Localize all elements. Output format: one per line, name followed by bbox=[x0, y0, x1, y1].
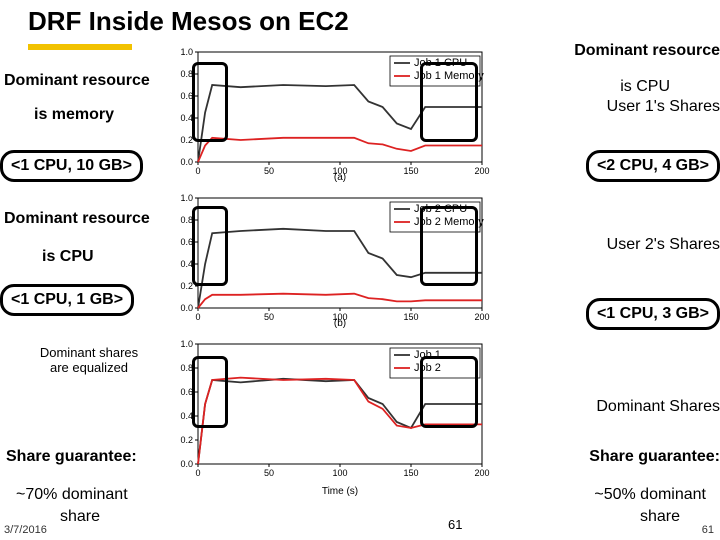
left-dom-shares-eq: Dominant shares are equalized bbox=[24, 346, 154, 376]
svg-text:(a): (a) bbox=[334, 172, 346, 183]
svg-text:(b): (b) bbox=[334, 318, 346, 329]
right-share-word: share bbox=[640, 508, 680, 526]
svg-text:1.0: 1.0 bbox=[180, 47, 193, 57]
svg-text:0.0: 0.0 bbox=[180, 157, 193, 167]
svg-text:50: 50 bbox=[264, 166, 274, 176]
mark-c-left bbox=[192, 356, 228, 428]
svg-text:0: 0 bbox=[195, 468, 200, 478]
mark-b-right bbox=[420, 206, 478, 286]
mark-b-left bbox=[192, 206, 228, 286]
footer-page-mid: 61 bbox=[448, 517, 462, 532]
svg-text:100: 100 bbox=[332, 468, 347, 478]
footer-page-right: 61 bbox=[702, 524, 714, 536]
svg-text:Time (s): Time (s) bbox=[322, 486, 358, 497]
svg-text:150: 150 bbox=[403, 166, 418, 176]
right-is-cpu: is CPU bbox=[620, 78, 670, 96]
svg-text:0.0: 0.0 bbox=[180, 459, 193, 469]
svg-text:200: 200 bbox=[474, 166, 489, 176]
footer-date: 3/7/2016 bbox=[4, 524, 47, 536]
svg-text:50: 50 bbox=[264, 468, 274, 478]
svg-text:150: 150 bbox=[403, 468, 418, 478]
left-pill-1: <1 CPU, 10 GB> bbox=[0, 150, 143, 182]
svg-text:200: 200 bbox=[474, 468, 489, 478]
svg-text:200: 200 bbox=[474, 312, 489, 322]
left-pill-2: <1 CPU, 1 GB> bbox=[0, 284, 134, 316]
mark-a-right bbox=[420, 62, 478, 142]
left-dom-res-2: Dominant resource bbox=[4, 210, 150, 228]
right-pill-2: <1 CPU, 3 GB> bbox=[586, 298, 720, 330]
left-seventy: ~70% dominant bbox=[16, 486, 128, 504]
right-pill-1: <2 CPU, 4 GB> bbox=[586, 150, 720, 182]
right-user1: User 1's Shares bbox=[607, 98, 720, 116]
svg-text:1.0: 1.0 bbox=[180, 339, 193, 349]
chart-c: 0.00.20.40.60.81.0050100150200Time (s)Jo… bbox=[170, 338, 578, 498]
left-share-word: share bbox=[60, 508, 100, 526]
chart-a: 0.00.20.40.60.81.0050100150200(a)Job 1 C… bbox=[170, 46, 578, 184]
svg-text:150: 150 bbox=[403, 312, 418, 322]
right-share-guarantee: Share guarantee: bbox=[589, 448, 720, 466]
svg-text:50: 50 bbox=[264, 312, 274, 322]
left-dom-res-1: Dominant resource bbox=[4, 72, 150, 90]
svg-text:0.2: 0.2 bbox=[180, 281, 193, 291]
right-fifty: ~50% dominant bbox=[594, 486, 706, 504]
page-title: DRF Inside Mesos on EC2 bbox=[28, 6, 349, 37]
svg-text:1.0: 1.0 bbox=[180, 193, 193, 203]
left-share-guarantee: Share guarantee: bbox=[6, 448, 137, 466]
right-dom-res: Dominant resource bbox=[574, 42, 720, 60]
svg-text:0.0: 0.0 bbox=[180, 303, 193, 313]
slide: DRF Inside Mesos on EC2 Dominant resourc… bbox=[0, 0, 720, 540]
left-is-memory: is memory bbox=[34, 106, 114, 124]
title-accent bbox=[28, 44, 132, 50]
mark-c-right bbox=[420, 356, 478, 428]
mark-a-left bbox=[192, 62, 228, 142]
svg-text:0.2: 0.2 bbox=[180, 435, 193, 445]
chart-b: 0.00.20.40.60.81.0050100150200(b)Job 2 C… bbox=[170, 192, 578, 330]
svg-text:0: 0 bbox=[195, 166, 200, 176]
left-is-cpu: is CPU bbox=[42, 248, 94, 266]
right-dom-shares: Dominant Shares bbox=[596, 398, 720, 416]
svg-text:0: 0 bbox=[195, 312, 200, 322]
right-user2: User 2's Shares bbox=[607, 236, 720, 254]
